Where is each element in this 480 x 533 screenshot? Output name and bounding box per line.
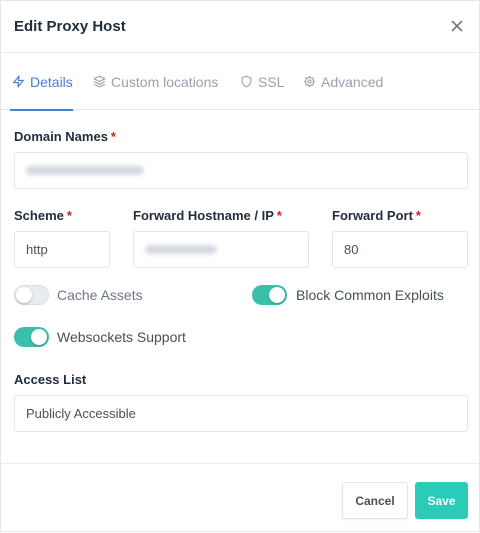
cache-assets-label: Cache Assets [57,287,143,303]
save-button[interactable]: Save [415,482,468,519]
tab-label: Advanced [321,73,384,90]
dialog-header: Edit Proxy Host [1,1,479,53]
websockets-label: Websockets Support [57,329,186,345]
tab-details[interactable]: Details [10,53,73,111]
tab-custom-locations[interactable]: Custom locations [93,53,218,110]
scheme-value: http [26,242,48,257]
redacted-value [145,245,217,254]
cache-assets-toggle[interactable] [14,285,49,305]
access-list-label: Access List [14,372,87,387]
layers-icon [93,75,106,88]
tab-label: Details [30,73,73,90]
forward-port-value: 80 [344,242,359,257]
forward-hostname-input[interactable] [133,231,309,268]
forward-port-label: Forward Port * [332,208,421,223]
block-exploits-toggle[interactable] [252,285,287,305]
required-mark: * [276,208,282,223]
tab-advanced[interactable]: Advanced [303,53,383,110]
gear-icon [303,75,316,88]
scheme-label: Scheme * [14,208,72,223]
required-mark: * [110,129,116,144]
redacted-value [26,166,144,175]
access-list-select[interactable]: Publicly Accessible [14,395,468,432]
bolt-icon [13,75,24,88]
websockets-toggle[interactable] [14,327,49,347]
forward-port-input[interactable]: 80 [332,231,468,268]
block-exploits-label: Block Common Exploits [296,287,444,303]
domain-names-input[interactable] [14,152,468,189]
toggle-knob [269,287,285,303]
edit-proxy-host-dialog: Edit Proxy Host Details Custom locations… [0,0,480,532]
cancel-button[interactable]: Cancel [342,482,408,519]
required-mark: * [415,208,421,223]
shield-icon [241,75,252,88]
access-list-value: Publicly Accessible [26,406,136,421]
toggle-knob [16,287,32,303]
forward-hostname-label: Forward Hostname / IP * [133,208,282,223]
tab-bar: Details Custom locations SSL Advanced [1,53,479,111]
tab-label: Custom locations [111,73,219,90]
tab-label: SSL [258,73,285,90]
toggle-knob [31,329,47,345]
close-icon[interactable] [449,18,465,34]
dialog-title: Edit Proxy Host [14,18,126,35]
required-mark: * [66,208,72,223]
domain-names-label: Domain Names * [14,129,116,144]
scheme-input[interactable]: http [14,231,110,268]
tab-ssl[interactable]: SSL [240,53,284,110]
dialog-footer: Cancel Save [1,463,479,533]
